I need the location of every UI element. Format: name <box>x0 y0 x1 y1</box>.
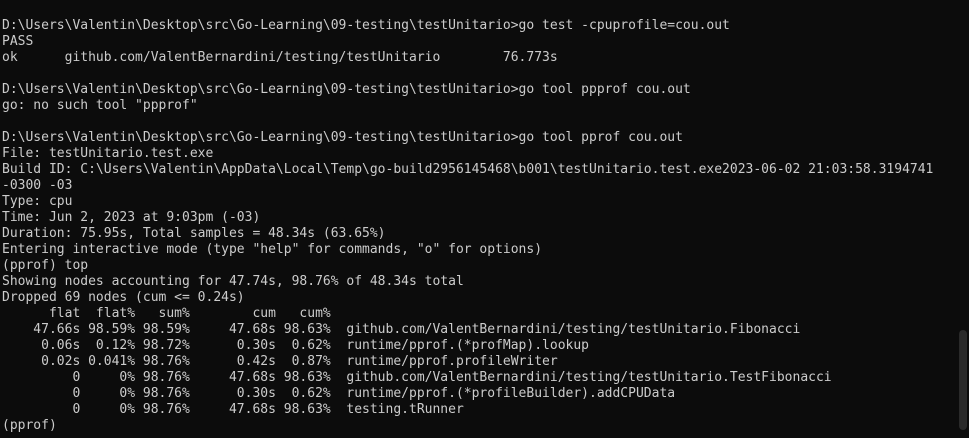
terminal-line: File: testUnitario.test.exe <box>2 146 214 161</box>
terminal-line: Entering interactive mode (type "help" f… <box>2 242 543 257</box>
terminal-line: Dropped 69 nodes (cum <= 0.24s) <box>2 290 245 305</box>
terminal-line: 0 0% 98.76% 47.68s 98.63% testing.tRunne… <box>2 402 464 417</box>
terminal-line: ok github.com/ValentBernardini/testing/t… <box>2 50 558 65</box>
terminal-line: Build ID: C:\Users\Valentin\AppData\Loca… <box>2 162 934 177</box>
terminal-line: 0.02s 0.041% 98.76% 0.42s 0.87% runtime/… <box>2 354 558 369</box>
terminal-line: Time: Jun 2, 2023 at 9:03pm (-03) <box>2 210 261 225</box>
terminal-line: 47.66s 98.59% 98.59% 47.68s 98.63% githu… <box>2 322 801 337</box>
terminal-line: D:\Users\Valentin\Desktop\src\Go-Learnin… <box>2 18 730 33</box>
terminal-line: 0 0% 98.76% 0.30s 0.62% runtime/pprof.(*… <box>2 386 676 401</box>
terminal-line: 0.06s 0.12% 98.72% 0.30s 0.62% runtime/p… <box>2 338 589 353</box>
terminal-line: go: no such tool "ppprof" <box>2 98 198 113</box>
terminal-line: -0300 -03 <box>2 178 73 193</box>
terminal-line: Showing nodes accounting for 47.74s, 98.… <box>2 274 464 289</box>
vertical-scrollbar[interactable] <box>955 0 969 438</box>
terminal-line: Duration: 75.95s, Total samples = 48.34s… <box>2 226 386 241</box>
terminal-output[interactable]: D:\Users\Valentin\Desktop\src\Go-Learnin… <box>0 0 955 438</box>
terminal-line: PASS <box>2 34 34 49</box>
terminal-line: 0 0% 98.76% 47.68s 98.63% github.com/Val… <box>2 370 832 385</box>
scrollbar-thumb[interactable] <box>959 330 967 430</box>
terminal-prompt[interactable]: (pprof) <box>2 418 57 434</box>
terminal-line: Type: cpu <box>2 194 73 209</box>
terminal-line: D:\Users\Valentin\Desktop\src\Go-Learnin… <box>2 130 683 145</box>
terminal-line: D:\Users\Valentin\Desktop\src\Go-Learnin… <box>2 82 691 97</box>
terminal-line: flat flat% sum% cum cum% <box>2 306 331 321</box>
terminal-line: (pprof) top <box>2 258 89 273</box>
